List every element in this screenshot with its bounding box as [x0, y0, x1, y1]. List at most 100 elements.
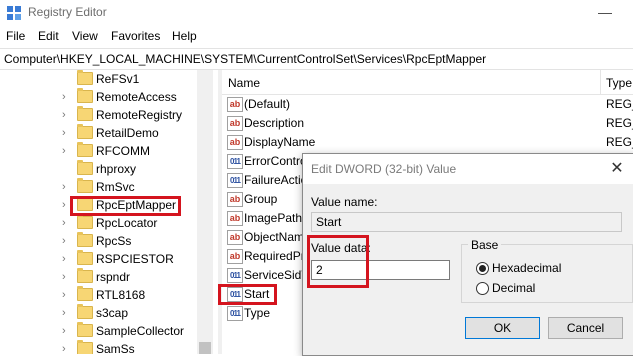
tree-item[interactable]: › RSPCIESTOR	[0, 250, 213, 268]
edit-dword-dialog: Edit DWORD (32-bit) Value ✕ Value name: …	[302, 153, 633, 356]
highlight-value-data	[307, 235, 369, 288]
value-name: DisplayName	[244, 135, 316, 149]
chevron-right-icon[interactable]: ›	[62, 290, 72, 301]
base-label: Base	[468, 238, 502, 252]
string-value-icon: ab	[227, 97, 243, 112]
chevron-right-icon[interactable]: ›	[62, 182, 72, 193]
folder-icon	[77, 178, 93, 193]
value-row[interactable]: abDescription REG_	[222, 114, 633, 133]
tree-item-label: RpcSs	[96, 234, 132, 248]
chevron-right-icon[interactable]: ›	[62, 344, 72, 355]
chevron-right-icon[interactable]: ›	[62, 326, 72, 337]
chevron-right-icon[interactable]: ›	[62, 146, 72, 157]
tree-item-label: RemoteAccess	[96, 90, 177, 104]
column-header-name[interactable]: Name	[228, 76, 260, 90]
tree-scrollbar-thumb[interactable]	[199, 342, 211, 354]
tree-item-label: SamSs	[96, 342, 135, 354]
tree-item[interactable]: › RetailDemo	[0, 124, 213, 142]
tree-scrollbar[interactable]	[197, 70, 213, 354]
tree-item[interactable]: › RemoteAccess	[0, 88, 213, 106]
string-value-icon: ab	[227, 230, 243, 245]
chevron-right-icon[interactable]: ›	[62, 110, 72, 121]
chevron-right-icon[interactable]: ›	[62, 92, 72, 103]
menu-favorites[interactable]: Favorites	[111, 29, 160, 43]
value-name: Type	[244, 306, 271, 320]
string-value-icon: ab	[227, 211, 243, 226]
tree-item[interactable]: › SamSs	[0, 340, 213, 354]
tree-item[interactable]: › RFCOMM	[0, 142, 213, 160]
dword-value-icon: 011	[227, 154, 243, 169]
chevron-right-icon[interactable]: ›	[62, 308, 72, 319]
value-type: REG_	[606, 116, 633, 130]
folder-icon	[77, 70, 93, 85]
tree-item-label: RSPCIESTOR	[96, 252, 174, 266]
folder-icon	[77, 250, 93, 265]
decimal-radio[interactable]	[476, 282, 489, 295]
list-header	[222, 70, 633, 95]
value-row[interactable]: ab(Default) REG_	[222, 95, 633, 114]
tree-item[interactable]: rhproxy	[0, 160, 213, 178]
dialog-title: Edit DWORD (32-bit) Value	[311, 162, 457, 176]
radio-selected-dot	[479, 265, 486, 272]
folder-icon	[77, 106, 93, 121]
cancel-button[interactable]: Cancel	[548, 317, 623, 339]
ok-button[interactable]: OK	[465, 317, 540, 339]
tree-item-label: RmSvc	[96, 180, 135, 194]
chevron-right-icon[interactable]: ›	[62, 128, 72, 139]
tree-item[interactable]: › rspndr	[0, 268, 213, 286]
tree-item[interactable]: ReFSv1	[0, 70, 213, 88]
folder-icon	[77, 142, 93, 157]
column-separator[interactable]	[600, 70, 601, 94]
tree-item-label: SampleCollector	[96, 324, 185, 338]
tree-item[interactable]: › RemoteRegistry	[0, 106, 213, 124]
chevron-right-icon[interactable]: ›	[62, 236, 72, 247]
folder-icon	[77, 304, 93, 319]
tree-item-label: RFCOMM	[96, 144, 150, 158]
decimal-label[interactable]: Decimal	[492, 281, 535, 295]
tree-item-label: RTL8168	[96, 288, 146, 302]
folder-icon	[77, 160, 93, 175]
tree-item-label: s3cap	[96, 306, 129, 320]
tree-item-label: RemoteRegistry	[96, 108, 183, 122]
chevron-right-icon[interactable]: ›	[62, 272, 72, 283]
menu-file[interactable]: File	[6, 29, 25, 43]
value-type: REG_	[606, 135, 633, 149]
tree-item[interactable]: › RpcLocator	[0, 214, 213, 232]
highlight-selected-key	[70, 196, 181, 216]
chevron-right-icon[interactable]: ›	[62, 218, 72, 229]
tree-item[interactable]: › RTL8168	[0, 286, 213, 304]
tree-item[interactable]: › RpcSs	[0, 232, 213, 250]
folder-icon	[77, 232, 93, 247]
value-name-label: Value name:	[311, 195, 378, 209]
value-type: REG_	[606, 97, 633, 111]
tree-item-label: RpcLocator	[96, 216, 158, 230]
menu-help[interactable]: Help	[172, 29, 197, 43]
address-bar[interactable]: Computer\HKEY_LOCAL_MACHINE\SYSTEM\Curre…	[0, 48, 633, 70]
value-name: (Default)	[244, 97, 291, 111]
column-header-type[interactable]: Type	[606, 76, 632, 90]
address-path[interactable]: Computer\HKEY_LOCAL_MACHINE\SYSTEM\Curre…	[4, 52, 486, 66]
chevron-right-icon[interactable]: ›	[62, 254, 72, 265]
tree-item[interactable]: › SampleCollector	[0, 322, 213, 340]
folder-icon	[77, 340, 93, 354]
highlight-start-value	[218, 284, 277, 305]
close-icon[interactable]: ✕	[605, 159, 629, 179]
tree-item-label: RetailDemo	[96, 126, 159, 140]
hexadecimal-label[interactable]: Hexadecimal	[492, 261, 561, 275]
tree-item[interactable]: › RmSvc	[0, 178, 213, 196]
value-name-field: Start	[311, 212, 622, 232]
menu-view[interactable]: View	[72, 29, 98, 43]
hexadecimal-radio[interactable]	[476, 262, 489, 275]
tree-item[interactable]: › s3cap	[0, 304, 213, 322]
folder-icon	[77, 322, 93, 337]
folder-icon	[77, 88, 93, 103]
value-name: Group	[244, 192, 278, 206]
menu-edit[interactable]: Edit	[38, 29, 59, 43]
value-name: ImagePath	[244, 211, 303, 225]
minimize-button[interactable]: —	[585, 2, 625, 22]
string-value-icon: ab	[227, 249, 243, 264]
folder-icon	[77, 214, 93, 229]
value-row[interactable]: abDisplayName REG_	[222, 133, 633, 152]
tree-item-label: rhproxy	[96, 162, 137, 176]
tree-item-label: ReFSv1	[96, 72, 140, 86]
